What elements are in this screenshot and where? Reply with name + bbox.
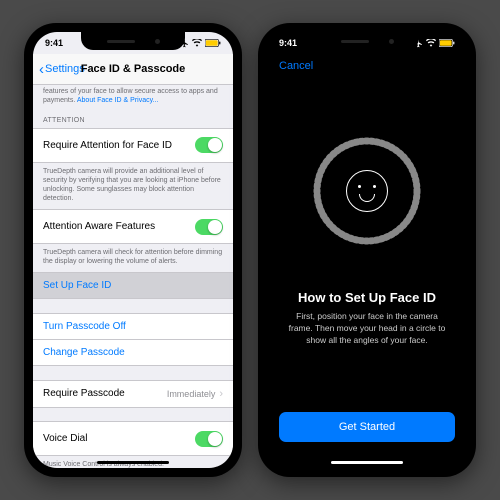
chevron-right-icon: › (219, 388, 223, 400)
howto-text: How to Set Up Face ID First, position yo… (267, 290, 467, 347)
face-icon (346, 170, 388, 212)
row-require-label: Require Attention for Face ID (43, 140, 172, 151)
row-setup-label: Set Up Face ID (43, 280, 111, 291)
nav-bar: ‹ Settings Face ID & Passcode (33, 54, 233, 85)
status-indicators (180, 39, 221, 48)
row-requirepass-value: Immediately (167, 389, 216, 399)
nav-back-button[interactable]: ‹ Settings (39, 61, 85, 78)
get-started-label: Get Started (339, 421, 395, 433)
status-time: 9:41 (45, 38, 63, 48)
row-turn-passcode-off[interactable]: Turn Passcode Off (33, 313, 233, 340)
status-time: 9:41 (279, 38, 297, 48)
row-require-attention[interactable]: Require Attention for Face ID (33, 128, 233, 163)
faceid-graphic (312, 136, 422, 246)
row-turnoff-label: Turn Passcode Off (43, 321, 126, 332)
attention-header: ATTENTION (33, 105, 233, 128)
aware-footer: TrueDepth camera will check for attentio… (33, 244, 233, 268)
face-eye-right (373, 185, 376, 188)
howto-title: How to Set Up Face ID (285, 290, 449, 305)
face-eye-left (358, 185, 361, 188)
row-setup-faceid[interactable]: Set Up Face ID (33, 272, 233, 299)
notch (81, 32, 185, 50)
cancel-button[interactable]: Cancel (279, 60, 313, 72)
toggle-attention-aware[interactable] (195, 219, 223, 235)
intro-text: features of your face to allow secure ac… (33, 84, 233, 105)
toggle-voice-dial[interactable] (195, 431, 223, 447)
battery-icon (205, 39, 221, 47)
notch (315, 32, 419, 50)
wifi-icon (426, 39, 436, 47)
row-change-label: Change Passcode (43, 347, 125, 358)
status-indicators (414, 39, 455, 48)
privacy-link[interactable]: About Face ID & Privacy... (77, 97, 159, 104)
wifi-icon (192, 39, 202, 47)
row-voice-dial[interactable]: Voice Dial (33, 421, 233, 456)
require-footer: TrueDepth camera will provide an additio… (33, 163, 233, 205)
row-requirepass-label: Require Passcode (43, 388, 125, 399)
get-started-button[interactable]: Get Started (279, 412, 455, 442)
screen-faceid: 9:41 Cancel How to Set Up F (267, 32, 467, 468)
row-aware-label: Attention Aware Features (43, 221, 155, 232)
toggle-require-attention[interactable] (195, 137, 223, 153)
row-attention-aware[interactable]: Attention Aware Features (33, 209, 233, 244)
screen-settings: 9:41 ‹ Settings Face ID & Passcode featu… (33, 32, 233, 468)
row-voice-label: Voice Dial (43, 433, 87, 444)
face-smile (359, 194, 375, 202)
settings-content[interactable]: features of your face to allow secure ac… (33, 84, 233, 468)
phone-faceid-setup: 9:41 Cancel How to Set Up F (258, 23, 476, 477)
row-change-passcode[interactable]: Change Passcode (33, 339, 233, 366)
chevron-left-icon: ‹ (39, 61, 44, 78)
home-indicator[interactable] (97, 461, 169, 464)
home-indicator[interactable] (331, 461, 403, 464)
nav-back-label: Settings (45, 63, 85, 75)
battery-icon (439, 39, 455, 47)
howto-body: First, position your face in the camera … (285, 311, 449, 347)
phone-settings: 9:41 ‹ Settings Face ID & Passcode featu… (24, 23, 242, 477)
row-require-passcode[interactable]: Require Passcode Immediately › (33, 380, 233, 408)
